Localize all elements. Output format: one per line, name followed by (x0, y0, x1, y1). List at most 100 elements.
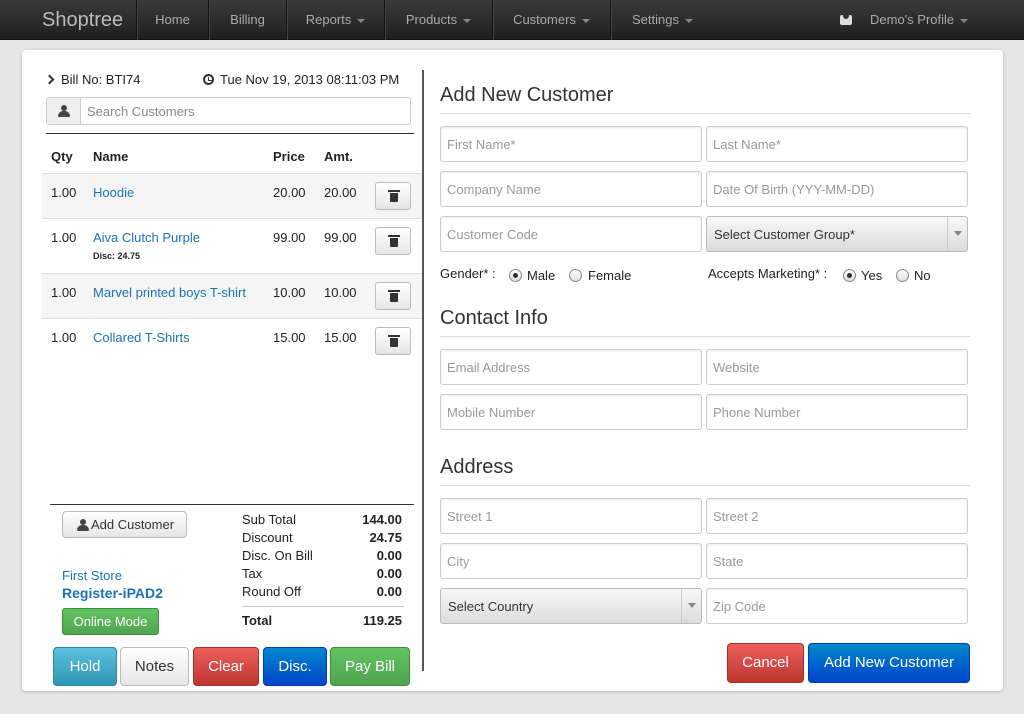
customer-group-select[interactable]: Select Customer Group* (706, 216, 968, 252)
chevron-down-icon (684, 18, 693, 23)
gender-male-radio[interactable] (509, 269, 522, 282)
item-name-link[interactable]: Hoodie (93, 185, 134, 200)
trash-icon (388, 235, 400, 247)
online-mode-button[interactable]: Online Mode (62, 608, 159, 635)
register-name[interactable]: Register-iPAD2 (62, 585, 163, 601)
brand-logo[interactable]: Shoptree (20, 0, 145, 40)
item-qty: 1.00 (51, 185, 77, 200)
item-amount: 10.00 (324, 285, 357, 300)
item-name-link[interactable]: Marvel printed boys T-shirt (93, 285, 246, 300)
chevron-down-icon (681, 589, 701, 623)
dob-input[interactable] (707, 172, 967, 206)
divider (440, 113, 970, 114)
table-row: 1.00 Marvel printed boys T-shirt 10.00 1… (42, 273, 422, 318)
search-addon (47, 98, 81, 124)
nav-customers[interactable]: Customers (492, 0, 610, 40)
city-input[interactable] (441, 544, 701, 578)
item-name-link[interactable]: Aiva Clutch Purple (93, 230, 200, 245)
nav-home[interactable]: Home (136, 0, 208, 40)
item-price: 20.00 (273, 185, 306, 200)
last-name-field[interactable] (706, 126, 968, 162)
store-name[interactable]: First Store (62, 568, 122, 583)
phone-field[interactable] (706, 394, 968, 430)
table-row: 1.00 Collared T-Shirts 15.00 15.00 (42, 318, 422, 363)
header-amt: Amt. (324, 149, 353, 164)
chevron-down-icon (947, 217, 967, 251)
delete-item-button[interactable] (375, 227, 411, 255)
add-new-customer-button[interactable]: Add New Customer (808, 643, 970, 683)
mobile-input[interactable] (441, 395, 701, 429)
marketing-yes-radio[interactable] (843, 269, 856, 282)
delete-item-button[interactable] (375, 327, 411, 355)
bill-number: Bill No: BTI74 (44, 72, 140, 87)
add-customer-button[interactable]: Add Customer (62, 511, 187, 538)
gender-label: Gender* : (440, 266, 496, 281)
clear-button[interactable]: Clear (193, 647, 259, 686)
first-name-input[interactable] (441, 127, 701, 161)
email-field[interactable] (440, 349, 702, 385)
street1-input[interactable] (441, 499, 701, 533)
country-select[interactable]: Select Country (440, 588, 702, 624)
marketing-yes-label[interactable]: Yes (861, 268, 882, 283)
zip-field[interactable] (706, 588, 968, 624)
discount-button[interactable]: Disc. (263, 647, 327, 686)
email-input[interactable] (441, 350, 701, 384)
notes-button[interactable]: Notes (120, 647, 189, 686)
clock-icon (203, 74, 214, 85)
marketing-label: Accepts Marketing* : (708, 266, 828, 281)
nav-products[interactable]: Products (384, 0, 492, 40)
header-price: Price (273, 149, 305, 164)
gender-female-label[interactable]: Female (588, 268, 631, 283)
search-customers-input[interactable] (87, 98, 407, 124)
item-price: 99.00 (273, 230, 306, 245)
summary-value: 144.00 (362, 512, 402, 527)
item-name-link[interactable]: Collared T-Shirts (93, 330, 190, 345)
table-row: 1.00 Aiva Clutch Purple Disc: 24.75 99.0… (42, 218, 422, 273)
mobile-field[interactable] (440, 394, 702, 430)
pay-bill-button[interactable]: Pay Bill (330, 647, 410, 686)
state-field[interactable] (706, 543, 968, 579)
hold-button[interactable]: Hold (53, 647, 117, 686)
website-field[interactable] (706, 349, 968, 385)
company-field[interactable] (440, 171, 702, 207)
nav-billing[interactable]: Billing (208, 0, 286, 40)
last-name-input[interactable] (707, 127, 967, 161)
summary-value: 0.00 (376, 584, 402, 599)
summary-label: Round Off (242, 584, 302, 599)
cancel-button[interactable]: Cancel (727, 643, 804, 683)
delete-item-button[interactable] (375, 282, 411, 310)
state-input[interactable] (707, 544, 967, 578)
nav-settings[interactable]: Settings (610, 0, 714, 40)
customer-code-input[interactable] (441, 217, 701, 251)
marketing-no-label[interactable]: No (914, 268, 931, 283)
table-row: 1.00 Hoodie 20.00 20.00 (42, 173, 422, 218)
gender-male-label[interactable]: Male (527, 268, 555, 283)
zip-input[interactable] (707, 589, 967, 623)
total-label: Total (242, 613, 273, 628)
chevron-down-icon (581, 18, 590, 23)
website-input[interactable] (707, 350, 967, 384)
customer-search (46, 97, 411, 125)
street2-field[interactable] (706, 498, 968, 534)
form-title: Add New Customer (440, 84, 614, 106)
street2-input[interactable] (707, 499, 967, 533)
customer-code-field[interactable] (440, 216, 702, 252)
chevron-down-icon (357, 18, 366, 23)
dob-field[interactable] (706, 171, 968, 207)
divider (242, 606, 404, 607)
first-name-field[interactable] (440, 126, 702, 162)
gender-female-radio[interactable] (569, 269, 582, 282)
company-input[interactable] (441, 172, 701, 206)
city-field[interactable] (440, 543, 702, 579)
trash-icon (388, 190, 400, 202)
divider (440, 485, 970, 486)
delete-item-button[interactable] (375, 182, 411, 210)
divider (440, 336, 970, 337)
street1-field[interactable] (440, 498, 702, 534)
chevron-down-icon (463, 18, 472, 23)
item-price: 10.00 (273, 285, 306, 300)
phone-input[interactable] (707, 395, 967, 429)
profile-menu[interactable]: Demo's Profile (840, 0, 969, 40)
marketing-no-radio[interactable] (896, 269, 909, 282)
nav-reports[interactable]: Reports (286, 0, 384, 40)
